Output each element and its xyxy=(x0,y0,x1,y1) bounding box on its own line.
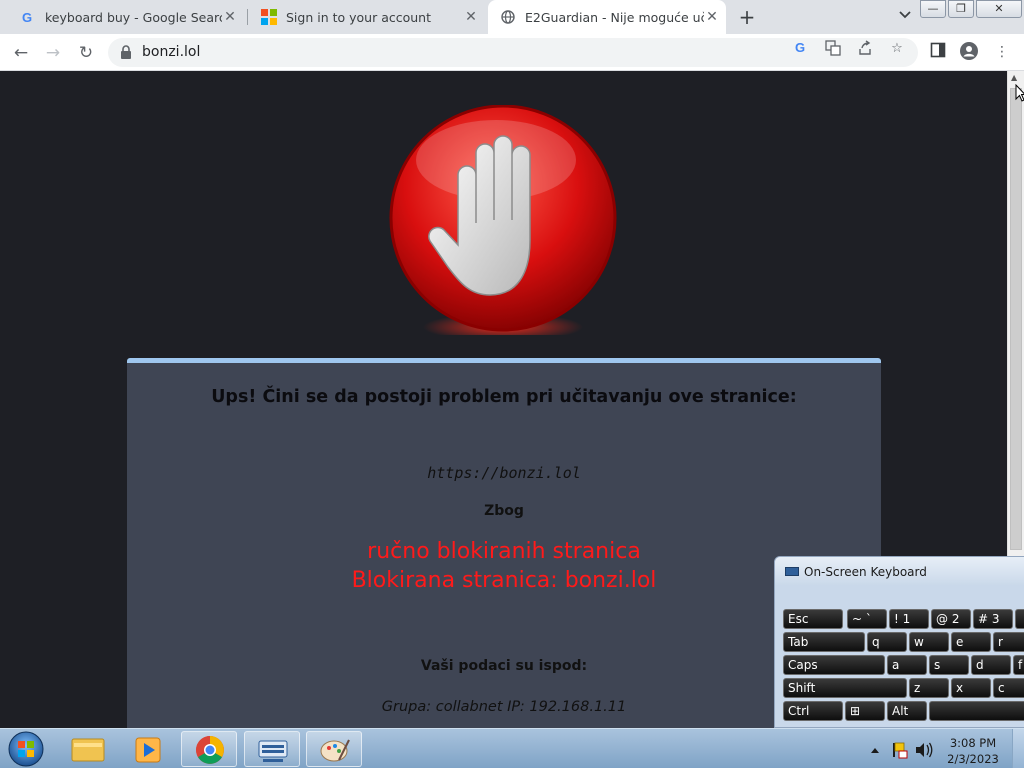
browser-toolbar: ← → ↻ bonzi.lol G ☆ ⋮ xyxy=(0,34,1024,71)
volume-icon xyxy=(916,742,933,758)
key-r[interactable]: r xyxy=(993,632,1024,652)
keyboard-icon xyxy=(785,567,799,576)
action-center-flag-icon xyxy=(893,742,908,759)
key-q[interactable]: q xyxy=(867,632,907,652)
minimize-button[interactable]: — xyxy=(920,0,946,18)
scroll-up-arrow-icon[interactable]: ▲ xyxy=(1011,73,1017,82)
tab-strip: G keyboard buy - Google Search ✕ Sign in… xyxy=(0,0,1024,34)
blocked-site-line: Blokirana stranica: bonzi.lol xyxy=(351,568,657,593)
key-tab[interactable]: Tab xyxy=(783,632,865,652)
close-tab-icon[interactable]: ✕ xyxy=(704,9,720,25)
restore-button[interactable]: ❐ xyxy=(948,0,974,18)
blocked-url: https://bonzi.lol xyxy=(427,464,581,482)
block-reason: ručno blokiranih stranica xyxy=(367,539,641,564)
svg-text:G: G xyxy=(22,10,32,24)
windows-taskbar: 3:08 PM 2/3/2023 xyxy=(0,728,1024,768)
reload-icon[interactable]: ↻ xyxy=(73,40,99,66)
key-tilde[interactable]: ~ ` xyxy=(847,609,887,629)
tab-google-search[interactable]: G keyboard buy - Google Search ✕ xyxy=(8,0,244,34)
key-z[interactable]: z xyxy=(909,678,949,698)
error-heading: Ups! Čini se da postoji problem pri učit… xyxy=(211,387,797,407)
start-button[interactable] xyxy=(6,730,46,768)
key-f[interactable]: f xyxy=(1013,655,1024,675)
key-4-partial[interactable] xyxy=(1015,609,1024,629)
clock-time: 3:08 PM xyxy=(949,736,997,750)
key-2[interactable]: @ 2 xyxy=(931,609,971,629)
osk-key-area: Esc ~ ` ! 1 @ 2 # 3 Tab q w e r Caps a s… xyxy=(781,607,1024,725)
show-hidden-icons-icon xyxy=(871,748,879,753)
paint-taskbar-icon[interactable] xyxy=(306,731,362,767)
key-c[interactable]: c xyxy=(993,678,1024,698)
address-url[interactable]: bonzi.lol xyxy=(142,44,200,60)
key-caps[interactable]: Caps xyxy=(783,655,885,675)
key-d[interactable]: d xyxy=(971,655,1011,675)
key-windows[interactable]: ⊞ xyxy=(845,701,885,721)
back-icon[interactable]: ← xyxy=(8,40,34,66)
explorer-taskbar-icon[interactable] xyxy=(60,731,116,767)
osk-titlebar[interactable]: On-Screen Keyboard xyxy=(775,557,1024,585)
tab-e2guardian[interactable]: E2Guardian - Nije moguće učitati ✕ xyxy=(488,0,726,34)
osk-taskbar-icon[interactable] xyxy=(244,731,300,767)
bookmark-star-icon[interactable]: ☆ xyxy=(888,40,906,58)
key-space[interactable] xyxy=(929,701,1024,721)
mouse-cursor-icon xyxy=(1015,84,1024,102)
stop-hand-icon xyxy=(389,105,617,335)
key-w[interactable]: w xyxy=(909,632,949,652)
key-s[interactable]: s xyxy=(929,655,969,675)
user-data-heading: Vaši podaci su ispod: xyxy=(420,658,588,674)
tab-title: Sign in to your account xyxy=(286,9,432,25)
taskbar-clock[interactable]: 3:08 PM 2/3/2023 xyxy=(942,735,1004,767)
tab-sign-in[interactable]: Sign in to your account ✕ xyxy=(249,0,485,34)
key-a[interactable]: a xyxy=(887,655,927,675)
key-ctrl[interactable]: Ctrl xyxy=(783,701,843,721)
key-x[interactable]: x xyxy=(951,678,991,698)
menu-kebab-icon[interactable]: ⋮ xyxy=(992,42,1012,62)
group-ip-info: Grupa: collabnet IP: 192.168.1.11 xyxy=(381,699,627,715)
svg-text:G: G xyxy=(795,40,805,54)
translate-icon[interactable] xyxy=(824,40,842,58)
google-icon: G xyxy=(20,9,36,25)
reason-label: Zbog xyxy=(484,503,524,519)
close-tab-icon[interactable]: ✕ xyxy=(463,9,479,25)
forward-icon[interactable]: → xyxy=(40,40,66,66)
key-shift[interactable]: Shift xyxy=(783,678,907,698)
side-panel-icon[interactable] xyxy=(928,42,948,62)
key-esc[interactable]: Esc xyxy=(783,609,843,629)
share-icon[interactable] xyxy=(856,40,874,58)
clock-date: 2/3/2023 xyxy=(947,752,999,766)
show-desktop-button[interactable] xyxy=(1012,729,1024,768)
key-3[interactable]: # 3 xyxy=(973,609,1013,629)
key-e[interactable]: e xyxy=(951,632,991,652)
globe-icon xyxy=(500,9,516,25)
scrollbar-thumb[interactable] xyxy=(1010,88,1022,550)
profile-avatar-icon[interactable] xyxy=(959,42,979,62)
google-lens-icon[interactable]: G xyxy=(792,40,810,58)
chrome-taskbar-icon[interactable] xyxy=(181,731,237,767)
tab-separator xyxy=(247,9,248,25)
close-window-button[interactable]: ✕ xyxy=(976,0,1022,18)
lock-icon xyxy=(121,45,131,59)
tab-title: keyboard buy - Google Search xyxy=(45,9,222,25)
error-panel: Ups! Čini se da postoji problem pri učit… xyxy=(127,358,881,728)
key-1[interactable]: ! 1 xyxy=(889,609,929,629)
tab-search-chevron-icon[interactable] xyxy=(895,8,915,28)
new-tab-button[interactable]: + xyxy=(737,7,757,27)
tab-title: E2Guardian - Nije moguće učitati xyxy=(525,9,704,25)
microsoft-icon xyxy=(261,9,277,25)
on-screen-keyboard[interactable]: On-Screen Keyboard Esc ~ ` ! 1 @ 2 # 3 T… xyxy=(774,556,1024,728)
media-player-taskbar-icon[interactable] xyxy=(120,731,176,767)
window-controls: — ❐ ✕ xyxy=(920,0,1024,18)
key-alt[interactable]: Alt xyxy=(887,701,927,721)
osk-title: On-Screen Keyboard xyxy=(804,565,927,579)
close-tab-icon[interactable]: ✕ xyxy=(222,9,238,25)
system-tray xyxy=(866,729,942,768)
